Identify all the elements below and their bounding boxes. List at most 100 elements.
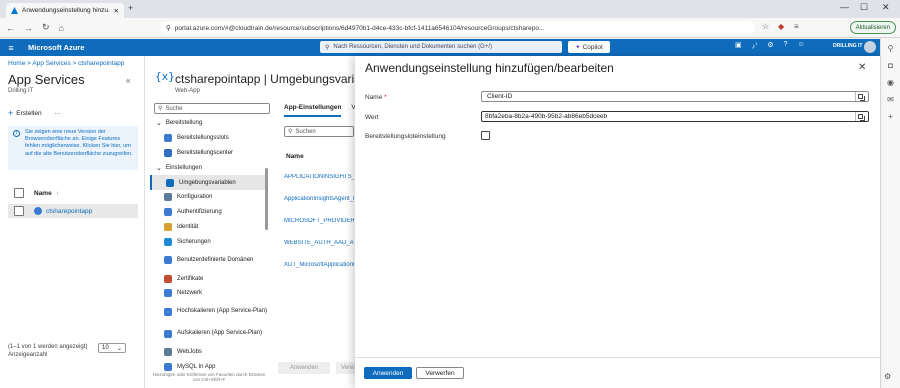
forward-icon[interactable]: → xyxy=(24,23,33,33)
nav-item[interactable]: Hochskalieren (App Service-Plan) xyxy=(150,301,268,323)
nav-item-icon xyxy=(164,237,172,246)
nav-item[interactable]: Zertifikate xyxy=(150,271,268,286)
sidebar-outlook-icon[interactable]: ✉ xyxy=(887,95,894,104)
nav-group[interactable]: ⌄ Einstellungen xyxy=(150,160,268,175)
nav-scrollbar[interactable] xyxy=(265,168,268,230)
close-icon[interactable]: ✕ xyxy=(858,62,866,73)
nav-search-placeholder: Suche xyxy=(165,105,183,112)
window-close-icon[interactable]: ✕ xyxy=(882,2,890,13)
more-icon[interactable]: ··· xyxy=(55,110,62,117)
global-search-input[interactable]: ⚲ Nach Ressourcen, Diensten und Dokument… xyxy=(320,41,562,53)
nav-item-label: Hochskalieren (App Service-Plan) xyxy=(177,308,268,315)
shield-icon[interactable]: ◆ xyxy=(778,22,784,31)
nav-item[interactable]: Sicherungen xyxy=(150,234,268,249)
setting-row[interactable]: ApplicationInsightsAgent_EXTENSION_VERSI… xyxy=(284,196,354,202)
name-field[interactable]: Client-ID xyxy=(481,91,869,102)
bookmark-star-icon[interactable]: ☆ xyxy=(762,22,769,31)
home-icon[interactable]: ⌂ xyxy=(59,23,64,33)
row-checkbox[interactable] xyxy=(14,206,24,216)
minimize-icon[interactable]: — xyxy=(840,2,849,12)
nav-item-icon xyxy=(164,148,172,157)
discard-button[interactable]: Verwerfen xyxy=(416,367,464,379)
nav-item[interactable]: WebJobs xyxy=(150,345,268,360)
nav-item[interactable]: Authentifizierung xyxy=(150,205,268,220)
app-services-title: App Services xyxy=(8,72,85,87)
tab-title: Anwendungseinstellung hinzu... xyxy=(22,7,110,14)
maximize-icon[interactable]: ☐ xyxy=(860,2,868,13)
reload-icon[interactable]: ↻ xyxy=(42,22,50,33)
sidebar-bag-icon[interactable]: ◘ xyxy=(888,61,893,70)
nav-item-label: Bereitstellungsslots xyxy=(177,135,229,142)
nav-search-input[interactable]: ⚲ Suche xyxy=(154,103,270,114)
nav-item-label: Konfiguration xyxy=(177,194,213,201)
feedback-icon[interactable]: ☺ xyxy=(798,41,805,50)
notifications-icon[interactable]: ♪1 xyxy=(752,41,758,50)
info-text[interactable]: Sie zeigen eine neue Version der Browser… xyxy=(25,129,133,157)
nav-item-icon xyxy=(164,134,172,143)
nav-item-icon xyxy=(164,329,172,338)
nav-item[interactable]: Bereitstellungsslots xyxy=(150,131,268,146)
nav-item[interactable]: Konfiguration xyxy=(150,190,268,205)
edit-setting-panel xyxy=(355,56,880,388)
value-value: 8bfa2eba-8b2a-490b-95b2-ab86eb5dceeb xyxy=(485,113,608,120)
copy-icon[interactable] xyxy=(855,112,865,121)
value-field[interactable]: 8bfa2eba-8b2a-490b-95b2-ab86eb5dceeb xyxy=(481,111,869,122)
breadcrumb: Home > App Services > ctsharepointapp xyxy=(8,60,125,67)
name-column-header[interactable]: Name xyxy=(34,190,52,197)
sidebar-add-icon[interactable]: + xyxy=(888,112,893,121)
nav-group[interactable]: ⌄ Bereitstellung xyxy=(150,116,268,131)
nav-item[interactable]: Identität xyxy=(150,220,268,235)
sidebar-apps-icon[interactable]: ◉ xyxy=(887,78,894,87)
new-tab-icon[interactable]: + xyxy=(128,3,133,13)
sort-icon[interactable]: ↑ xyxy=(56,190,59,197)
table-row[interactable]: ctsharepointapp xyxy=(8,204,138,218)
settings-tabs: App-Einstellungen Ve xyxy=(284,104,359,117)
breadcrumb-resource[interactable]: ctsharepointapp xyxy=(78,60,124,67)
nav-item-icon xyxy=(164,256,172,265)
account-name[interactable]: DRILLING IT xyxy=(833,43,862,49)
portal-menu-icon[interactable]: ≡ xyxy=(0,43,22,53)
avatar[interactable] xyxy=(864,41,876,53)
nav-item[interactable]: Aufskalieren (App Service-Plan) xyxy=(150,323,268,345)
settings-search-input[interactable]: ⚲ Suchen xyxy=(284,126,354,137)
nav-item[interactable]: Bereitstellungscenter xyxy=(150,146,268,161)
tab-close-icon[interactable]: ✕ xyxy=(114,7,119,15)
menu-icon[interactable]: ≡ xyxy=(794,22,799,31)
site-info-icon[interactable]: ⚲ xyxy=(166,24,171,32)
create-button[interactable]: + Erstellen ··· xyxy=(8,108,61,118)
help-icon[interactable]: ? xyxy=(784,41,788,50)
cloud-shell-icon[interactable]: ▣ xyxy=(735,41,742,50)
breadcrumb-app-services[interactable]: App Services xyxy=(32,60,70,67)
setting-row[interactable]: WEBSITE_AUTH_AAD_ALLOWED_TENANTS xyxy=(284,240,354,246)
nav-item[interactable]: Netzwerk xyxy=(150,286,268,301)
settings-gear-icon[interactable]: ⚙ xyxy=(767,41,773,50)
nav-item-label: Sicherungen xyxy=(177,238,211,245)
search-icon: ⚲ xyxy=(288,129,293,135)
breadcrumb-home[interactable]: Home xyxy=(8,60,25,67)
update-button[interactable]: Aktualisieren xyxy=(849,21,896,34)
info-banner[interactable]: i Sie zeigen eine neue Version der Brows… xyxy=(8,126,138,170)
copy-icon[interactable] xyxy=(855,92,865,101)
row-name-link[interactable]: ctsharepointapp xyxy=(46,208,92,215)
nav-item[interactable]: Umgebungsvariablen xyxy=(150,175,268,190)
page-size-select[interactable]: 10 ⌄ xyxy=(98,343,126,353)
setting-row[interactable]: APPLICATIONINSIGHTS_CONNECTION_STRING xyxy=(284,174,354,180)
back-icon[interactable]: ← xyxy=(6,23,15,33)
address-bar[interactable]: ⚲ portal.azure.com/#@cloudtrain.de/resou… xyxy=(160,21,755,35)
browser-settings-gear-icon[interactable]: ⚙ xyxy=(884,372,891,381)
browser-tab[interactable]: Anwendungseinstellung hinzu... ✕ xyxy=(6,3,124,18)
nav-item-icon xyxy=(164,289,172,298)
collapse-icon[interactable]: « xyxy=(126,76,130,85)
sidebar-search-icon[interactable]: ⚲ xyxy=(888,44,894,53)
slot-setting-checkbox[interactable] xyxy=(481,131,490,140)
setting-row[interactable]: MICROSOFT_PROVIDER_AUTHENTICATION_SECRET xyxy=(284,218,354,224)
azure-brand[interactable]: Microsoft Azure xyxy=(28,43,84,52)
resource-title: ctsharepointapp | Umgebungsvariablen xyxy=(175,72,355,86)
tab-app-settings[interactable]: App-Einstellungen xyxy=(284,104,342,117)
nav-item[interactable]: Benutzerdefinierte Domänen xyxy=(150,249,268,271)
copilot-button[interactable]: ✦ Copilot xyxy=(568,41,610,53)
apply-button[interactable]: Anwenden xyxy=(364,367,412,379)
select-all-checkbox[interactable] xyxy=(14,188,24,198)
setting-row[interactable]: XDT_MicrosoftApplicationInsights_Mode xyxy=(284,262,354,268)
tenant-subtitle: Drilling IT xyxy=(8,88,34,94)
